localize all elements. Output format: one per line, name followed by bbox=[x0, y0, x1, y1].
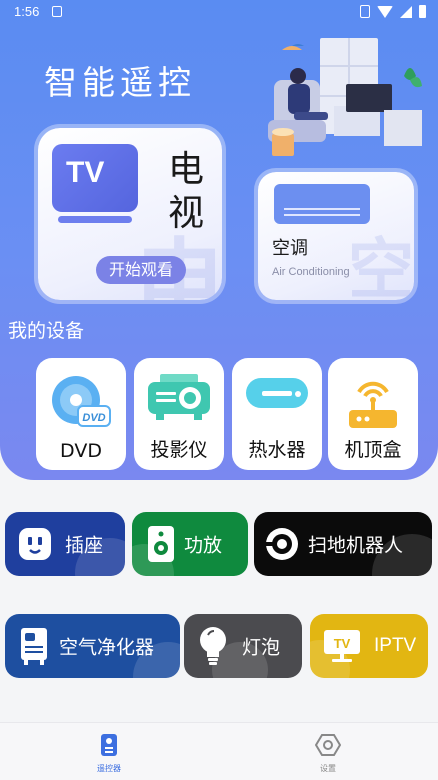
device-label-set-top-box: 机顶盒 bbox=[344, 439, 402, 461]
hero-panel: 智能遥控 电 TV 电视 开始观看 空 空 bbox=[0, 0, 438, 480]
device-card-water-heater[interactable]: 热水器 bbox=[232, 358, 322, 470]
bulb-icon bbox=[200, 627, 226, 665]
status-time: 1:56 bbox=[14, 4, 40, 19]
start-watching-button[interactable]: 开始观看 bbox=[96, 256, 186, 284]
tv-stand bbox=[58, 216, 132, 223]
wifi-icon bbox=[377, 5, 393, 18]
notification-icon bbox=[52, 6, 62, 17]
living-room-illustration bbox=[268, 38, 422, 156]
quick-device-label-air-purifier: 空气净化器 bbox=[59, 636, 155, 659]
amplifier-icon bbox=[148, 526, 174, 562]
iptv-icon: TV bbox=[324, 630, 360, 662]
remote-icon bbox=[101, 734, 117, 756]
quick-device-air-purifier[interactable]: 空气净化器 bbox=[5, 614, 180, 678]
device-card-dvd[interactable]: DVD DVD bbox=[36, 358, 126, 470]
quick-device-label-iptv: IPTV bbox=[374, 635, 417, 656]
quick-device-amplifier[interactable]: 功放 bbox=[132, 512, 248, 576]
socket-icon bbox=[19, 528, 51, 560]
ac-watermark: 空 bbox=[348, 231, 414, 300]
ac-label: 空调 bbox=[272, 238, 308, 259]
quick-device-iptv[interactable]: TV IPTV bbox=[310, 614, 428, 678]
nav-tab-settings[interactable]: 设置 bbox=[278, 723, 378, 780]
ac-subtitle: Air Conditioning bbox=[272, 266, 350, 278]
device-label-dvd: DVD bbox=[60, 440, 102, 462]
svg-text:DVD: DVD bbox=[82, 412, 105, 424]
app-title: 智能遥控 bbox=[44, 63, 196, 102]
dvd-icon: DVD bbox=[52, 376, 111, 427]
vibrate-icon bbox=[360, 5, 370, 18]
quick-device-label-robot-vacuum: 扫地机器人 bbox=[308, 534, 404, 557]
status-bar: 1:56 bbox=[0, 0, 438, 24]
water-heater-icon bbox=[246, 378, 308, 408]
tv-icon: TV bbox=[52, 144, 138, 212]
device-label-projector: 投影仪 bbox=[150, 439, 208, 461]
quick-device-label-amplifier: 功放 bbox=[184, 534, 223, 557]
signal-icon bbox=[400, 5, 412, 18]
air-purifier-icon bbox=[21, 628, 47, 665]
air-conditioning-card[interactable]: 空 空调 Air Conditioning bbox=[258, 172, 414, 300]
quick-device-robot-vacuum[interactable]: 扫地机器人 bbox=[254, 512, 432, 576]
quick-device-label-socket: 插座 bbox=[65, 534, 104, 557]
projector-icon bbox=[148, 374, 210, 420]
nav-label-settings: 设置 bbox=[320, 764, 336, 773]
tv-card[interactable]: 电 TV 电视 开始观看 bbox=[38, 128, 222, 300]
tv-label: 电视 bbox=[167, 149, 204, 234]
device-label-water-heater: 热水器 bbox=[248, 439, 306, 461]
device-card-projector[interactable]: 投影仪 bbox=[134, 358, 224, 470]
bottom-navigation: 遥控器 设置 bbox=[0, 722, 438, 780]
quick-device-socket[interactable]: 插座 bbox=[5, 512, 125, 576]
tv-icon-text: TV bbox=[66, 156, 105, 189]
nav-label-remote: 遥控器 bbox=[97, 764, 121, 773]
quick-device-bulb[interactable]: 灯泡 bbox=[184, 614, 302, 678]
robot-vacuum-icon bbox=[266, 528, 298, 560]
air-conditioner-icon bbox=[274, 184, 370, 224]
set-top-box-icon bbox=[349, 381, 397, 428]
device-card-set-top-box[interactable]: 机顶盒 bbox=[328, 358, 418, 470]
quick-device-label-bulb: 灯泡 bbox=[242, 636, 281, 659]
svg-text:TV: TV bbox=[334, 636, 351, 651]
battery-icon bbox=[419, 5, 426, 18]
nav-tab-remote[interactable]: 遥控器 bbox=[59, 723, 159, 780]
my-devices-title: 我的设备 bbox=[8, 320, 85, 342]
settings-icon bbox=[315, 734, 341, 756]
